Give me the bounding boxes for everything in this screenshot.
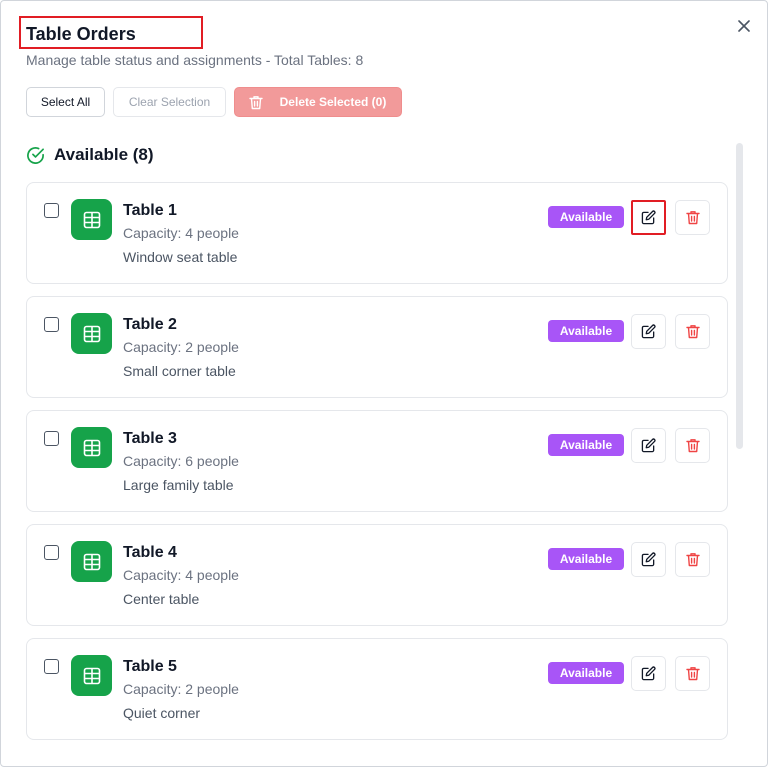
edit-button[interactable] — [631, 314, 666, 349]
check-circle-icon — [27, 146, 44, 164]
trash-icon — [685, 439, 700, 453]
table-card: Table 4 Capacity: 4 people Center table … — [26, 524, 728, 626]
section-heading-label: Available (8) — [54, 145, 154, 164]
section-available-heading: Available (8) — [26, 145, 154, 165]
delete-button[interactable] — [675, 200, 710, 235]
table-grid-icon — [83, 211, 100, 228]
delete-button[interactable] — [675, 656, 710, 691]
edit-icon — [641, 552, 656, 567]
table-description: Quiet corner — [123, 705, 201, 721]
table-card: Table 5 Capacity: 2 people Quiet corner … — [26, 638, 728, 740]
close-icon — [738, 20, 750, 32]
trash-icon — [685, 667, 700, 681]
table-description: Small corner table — [123, 363, 236, 379]
table-name: Table 3 — [123, 430, 177, 447]
table-card: Table 3 Capacity: 6 people Large family … — [26, 410, 728, 512]
edit-icon — [641, 438, 656, 453]
table-capacity: Capacity: 2 people — [123, 339, 239, 355]
table-name: Table 5 — [123, 658, 177, 675]
table-name: Table 1 — [123, 202, 177, 219]
dialog-subtitle: Manage table status and assignments - To… — [26, 52, 364, 68]
trash-icon — [249, 95, 263, 113]
trash-icon — [685, 211, 700, 225]
edit-icon — [641, 666, 656, 681]
table-capacity: Capacity: 6 people — [123, 453, 239, 469]
trash-icon — [685, 553, 700, 567]
table-checkbox[interactable] — [44, 659, 59, 674]
close-button[interactable] — [734, 16, 754, 36]
table-grid-icon — [83, 325, 100, 342]
edit-button[interactable] — [631, 542, 666, 577]
edit-icon — [641, 324, 656, 339]
table-tile — [71, 541, 112, 582]
table-description: Large family table — [123, 477, 234, 493]
table-tile — [71, 313, 112, 354]
table-tile — [71, 199, 112, 240]
table-capacity: Capacity: 2 people — [123, 681, 239, 697]
edit-button[interactable] — [631, 428, 666, 463]
table-grid-icon — [83, 553, 100, 570]
delete-selected-button[interactable]: Delete Selected (0) — [234, 87, 402, 117]
status-badge: Available — [548, 548, 624, 570]
table-tile — [71, 427, 112, 468]
status-badge: Available — [548, 662, 624, 684]
select-all-button[interactable]: Select All — [26, 87, 105, 117]
status-badge: Available — [548, 434, 624, 456]
scrollbar[interactable] — [736, 143, 743, 449]
table-description: Window seat table — [123, 249, 238, 265]
delete-button[interactable] — [675, 428, 710, 463]
delete-button[interactable] — [675, 542, 710, 577]
table-checkbox[interactable] — [44, 203, 59, 218]
dialog-title: Table Orders — [26, 24, 136, 44]
edit-button[interactable] — [631, 656, 666, 691]
table-name: Table 4 — [123, 544, 177, 561]
table-grid-icon — [83, 667, 100, 684]
table-card: Table 1 Capacity: 4 people Window seat t… — [26, 182, 728, 284]
edit-button[interactable] — [631, 200, 666, 235]
table-card: Table 2 Capacity: 2 people Small corner … — [26, 296, 728, 398]
clear-selection-button[interactable]: Clear Selection — [113, 87, 226, 117]
status-badge: Available — [548, 320, 624, 342]
delete-selected-label: Delete Selected (0) — [279, 95, 387, 109]
table-checkbox[interactable] — [44, 545, 59, 560]
delete-button[interactable] — [675, 314, 710, 349]
table-grid-icon — [83, 439, 100, 456]
edit-icon — [641, 210, 656, 225]
trash-icon — [685, 325, 700, 339]
table-tile — [71, 655, 112, 696]
table-description: Center table — [123, 591, 200, 607]
status-badge: Available — [548, 206, 624, 228]
table-name: Table 2 — [123, 316, 177, 333]
table-capacity: Capacity: 4 people — [123, 225, 239, 241]
table-checkbox[interactable] — [44, 317, 59, 332]
table-checkbox[interactable] — [44, 431, 59, 446]
table-capacity: Capacity: 4 people — [123, 567, 239, 583]
